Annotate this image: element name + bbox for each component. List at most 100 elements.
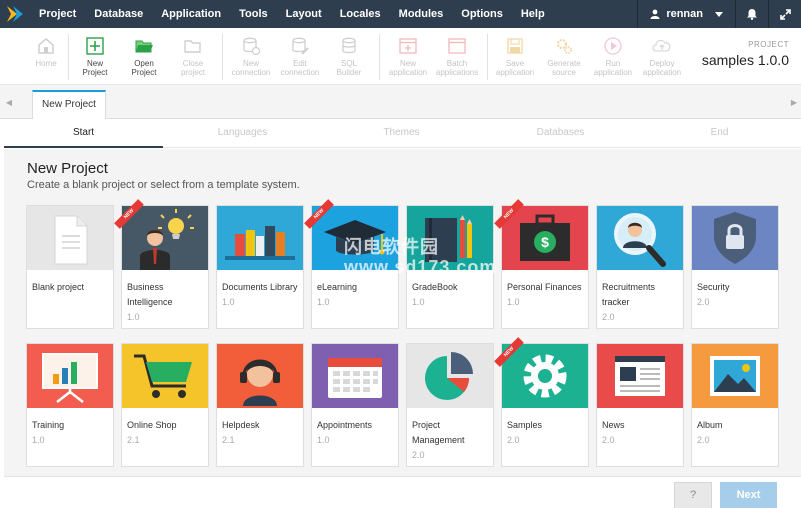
sql-builder-label: SQL Builder (336, 59, 362, 77)
template-card-personal-finances[interactable]: $ NEW Personal Finances 1.0 (494, 199, 589, 329)
run-application-button[interactable]: Run application (589, 28, 637, 85)
toolbar-separator (222, 34, 223, 80)
presentation-board-icon (27, 344, 113, 408)
project-label: PROJECT (748, 40, 789, 49)
user-name: rennan (666, 8, 703, 20)
database-edit-icon (292, 37, 309, 55)
app-logo-icon[interactable] (0, 0, 30, 28)
blank-document-icon (27, 206, 113, 270)
notifications-button[interactable] (736, 0, 768, 28)
plus-icon (86, 37, 104, 55)
books-icon (217, 206, 303, 270)
toolbar-separator (379, 34, 380, 80)
template-name: Personal Finances 1.0 (507, 282, 582, 307)
tab-scroll-left-icon[interactable]: ◀ (2, 85, 16, 119)
menu-modules[interactable]: Modules (390, 0, 453, 28)
template-name: News 2.0 (602, 420, 625, 445)
toolbar-separator (68, 34, 69, 80)
tab-scroll-right-icon[interactable]: ▶ (787, 85, 801, 119)
home-button[interactable]: Home (22, 28, 70, 85)
template-card-appointments[interactable]: Appointments 1.0 (311, 343, 399, 467)
template-card-album[interactable]: Album 2.0 (691, 343, 779, 467)
menu-tools[interactable]: Tools (230, 0, 277, 28)
fullscreen-button[interactable] (769, 0, 801, 28)
gears-icon (556, 38, 572, 54)
new-application-button[interactable]: New application (384, 28, 432, 85)
new-project-button[interactable]: New Project (71, 28, 119, 85)
menu-database[interactable]: Database (85, 0, 152, 28)
menu-project[interactable]: Project (30, 0, 85, 28)
wizard-footer: ? Next (4, 476, 801, 508)
home-icon (38, 38, 54, 54)
edit-connection-button[interactable]: Edit connection (276, 28, 324, 85)
menu-help[interactable]: Help (512, 0, 554, 28)
batch-applications-button[interactable]: Batch applications (433, 28, 481, 85)
magnifier-person-icon (597, 206, 683, 270)
step-themes[interactable]: Themes (322, 120, 481, 148)
template-name: Security 2.0 (697, 282, 730, 307)
template-card-business-intelligence[interactable]: NEW Business Intelligence 1.0 (114, 199, 209, 329)
template-card-recruitments-tracker[interactable]: Recruitments tracker 2.0 (596, 205, 684, 329)
deploy-application-button[interactable]: Deploy application (638, 28, 686, 85)
template-name: Online Shop 2.1 (127, 420, 177, 445)
user-menu[interactable]: rennan (638, 0, 735, 28)
save-application-label: Save application (495, 59, 535, 77)
expand-icon (779, 8, 791, 20)
sql-builder-button[interactable]: SQL Builder (325, 28, 373, 85)
open-project-label: Open Project (131, 59, 157, 77)
database-add-icon (243, 37, 261, 56)
menu-locales[interactable]: Locales (331, 0, 390, 28)
gear-icon (502, 344, 588, 408)
menu-options[interactable]: Options (452, 0, 512, 28)
database-sql-icon (342, 37, 356, 54)
project-name: samples 1.0.0 (701, 52, 789, 68)
toolbar: Home New Project Open Project Close proj… (0, 28, 801, 85)
close-project-label: Close project (180, 59, 205, 77)
step-start[interactable]: Start (4, 120, 163, 148)
tab-new-project[interactable]: New Project (32, 90, 106, 119)
step-end[interactable]: End (640, 120, 799, 148)
menu-layout[interactable]: Layout (277, 0, 331, 28)
template-name: GradeBook 1.0 (412, 282, 458, 307)
open-project-button[interactable]: Open Project (120, 28, 168, 85)
step-databases[interactable]: Databases (481, 120, 640, 148)
next-button[interactable]: Next (720, 482, 777, 508)
svg-text:$: $ (541, 234, 549, 250)
template-name: Project Management 2.0 (412, 420, 465, 460)
template-name: Appointments 1.0 (317, 420, 373, 445)
shield-lock-icon (692, 206, 778, 270)
template-name: Training 1.0 (32, 420, 65, 445)
folder-icon (184, 40, 201, 53)
deploy-application-label: Deploy application (642, 59, 682, 77)
close-project-button[interactable]: Close project (169, 28, 217, 85)
wizard-steps: Start Languages Themes Databases End (4, 120, 801, 148)
newspaper-icon (597, 344, 683, 408)
template-card-project-management[interactable]: Project Management 2.0 (406, 343, 494, 467)
template-card-samples[interactable]: NEW Samples 2.0 (494, 337, 589, 467)
template-name: Helpdesk 2.1 (222, 420, 260, 445)
briefcase-dollar-icon: $ (502, 206, 588, 270)
menu-application[interactable]: Application (152, 0, 230, 28)
save-application-button[interactable]: Save application (491, 28, 539, 85)
new-app-icon (399, 38, 417, 54)
generate-source-button[interactable]: Generate source (540, 28, 588, 85)
template-card-news[interactable]: News 2.0 (596, 343, 684, 467)
template-card-helpdesk[interactable]: Helpdesk 2.1 (216, 343, 304, 467)
new-connection-label: New connection (231, 59, 271, 77)
step-languages[interactable]: Languages (163, 120, 322, 148)
businessman-lightbulb-icon (122, 206, 208, 270)
template-card-security[interactable]: Security 2.0 (691, 205, 779, 329)
play-icon (604, 37, 622, 55)
batch-icon (448, 38, 466, 54)
template-card-online-shop[interactable]: Online Shop 2.1 (121, 343, 209, 467)
template-card-blank-project[interactable]: Blank project (26, 205, 114, 329)
help-button[interactable]: ? (674, 482, 712, 508)
headset-agent-icon (217, 344, 303, 408)
template-card-training[interactable]: Training 1.0 (26, 343, 114, 467)
template-card-documents-library[interactable]: Documents Library 1.0 (216, 205, 304, 329)
new-connection-button[interactable]: New connection (227, 28, 275, 85)
menu-bar: Project Database Application Tools Layou… (0, 0, 801, 28)
template-name: eLearning 1.0 (317, 282, 358, 307)
folder-open-icon (135, 40, 153, 53)
edit-connection-label: Edit connection (280, 59, 320, 77)
